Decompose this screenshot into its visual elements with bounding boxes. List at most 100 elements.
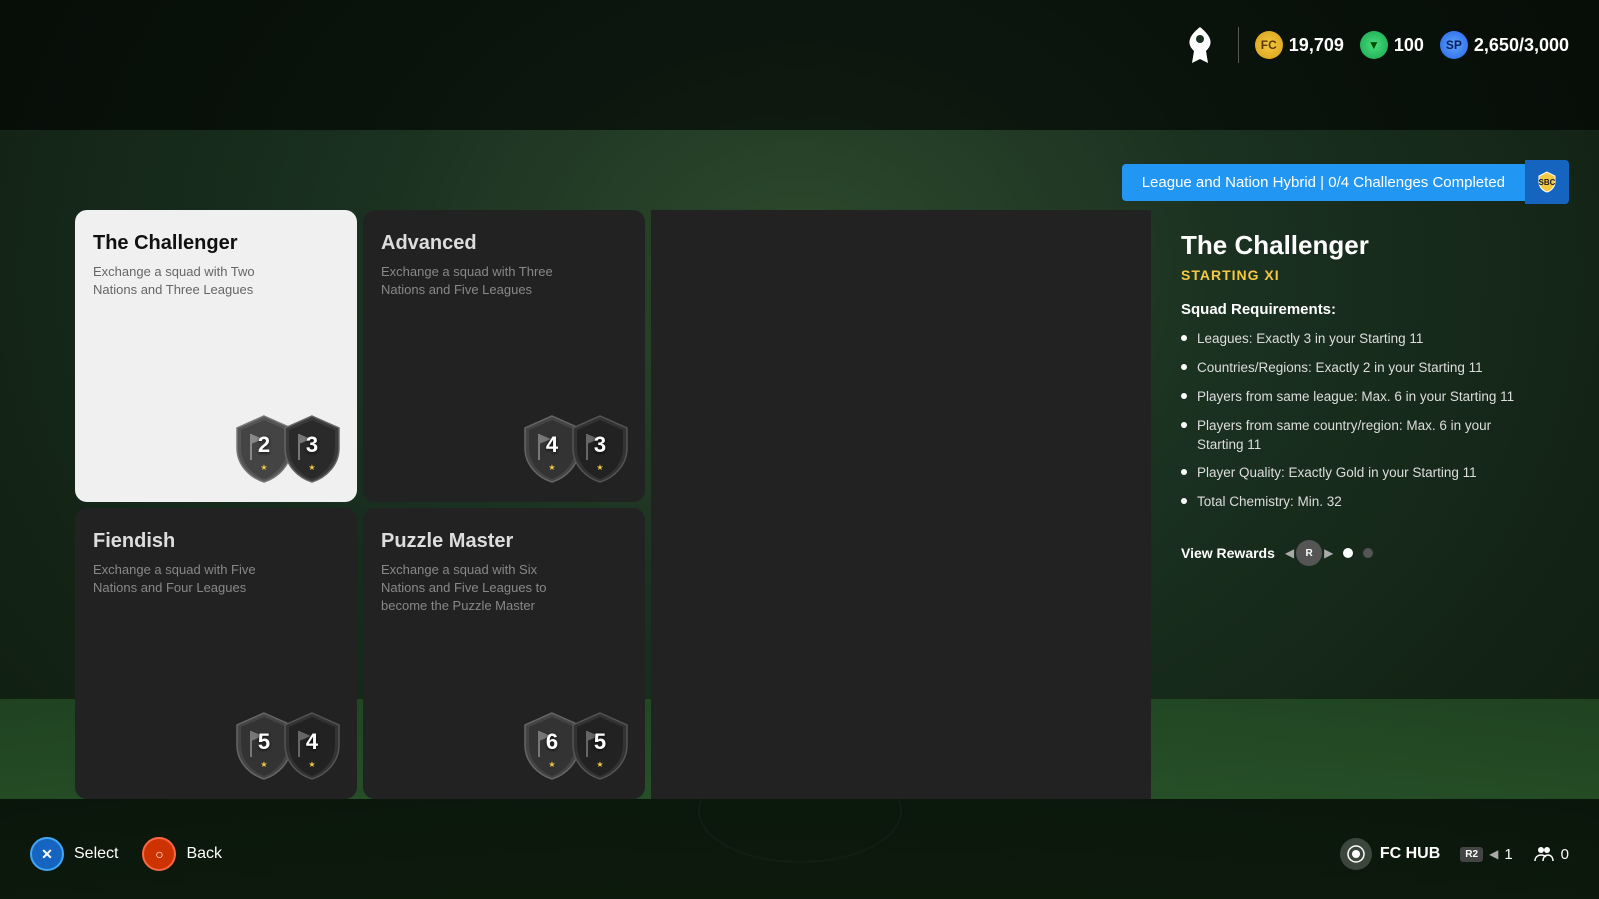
bullet-6 <box>1181 498 1187 504</box>
x-button[interactable]: ✕ <box>30 837 64 871</box>
req-item-3: Players from same league: Max. 6 in your… <box>1181 388 1539 407</box>
chevron-right: ▶ <box>1324 546 1333 560</box>
nav-dot-2 <box>1363 548 1373 558</box>
svg-text:★: ★ <box>308 463 315 472</box>
card-puzzle-title: Puzzle Master <box>381 530 627 553</box>
card-puzzle-badges: ★ 6 ★ 5 <box>521 709 631 781</box>
bottom-right: FC HUB R2 ◀ 1 0 <box>1340 838 1569 870</box>
badge-num-puz-2: 5 <box>569 729 631 755</box>
coins-display: FC 19,709 <box>1255 31 1344 59</box>
card-challenger[interactable]: The Challenger Exchange a squad with Two… <box>75 210 357 502</box>
view-rewards-label: View Rewards <box>1181 545 1275 561</box>
counter-1-value: 1 <box>1504 846 1512 863</box>
top-bar: FC 19,709 ▼ 100 SP 2,650/3,000 <box>1178 0 1599 90</box>
bottom-left-actions: ✕ Select ○ Back <box>30 837 222 871</box>
challenge-banner-icon: SBC <box>1525 160 1569 204</box>
coins-icon: FC <box>1255 31 1283 59</box>
sp-value: 2,650/3,000 <box>1474 35 1569 56</box>
back-label: Back <box>186 845 222 863</box>
req-item-5: Player Quality: Exactly Gold in your Sta… <box>1181 464 1539 483</box>
points-value: 100 <box>1394 35 1424 56</box>
req-text-5: Player Quality: Exactly Gold in your Sta… <box>1197 464 1477 483</box>
svg-text:★: ★ <box>548 463 555 472</box>
detail-subtitle: STARTING XI <box>1181 267 1539 283</box>
detail-panel: The Challenger STARTING XI Squad Require… <box>1151 210 1569 799</box>
svg-text:SBC: SBC <box>1539 178 1556 187</box>
top-divider <box>1238 27 1239 63</box>
req-text-3: Players from same league: Max. 6 in your… <box>1197 388 1514 407</box>
nav-counter-2: 0 <box>1533 843 1569 865</box>
badge-num-2: 3 <box>281 432 343 458</box>
card-advanced[interactable]: Advanced Exchange a squad with Three Nat… <box>363 210 645 502</box>
points-icon: ▼ <box>1360 31 1388 59</box>
card-challenger-badges: ★ 2 ★ 3 <box>233 412 343 484</box>
club-logo <box>1178 23 1222 67</box>
bullet-4 <box>1181 422 1187 428</box>
action-back[interactable]: ○ Back <box>142 837 222 871</box>
badge-fie-2: ★ 4 <box>281 709 343 781</box>
badge-puz-2: ★ 5 <box>569 709 631 781</box>
svg-text:★: ★ <box>596 760 603 769</box>
bullet-1 <box>1181 335 1187 341</box>
bullet-3 <box>1181 393 1187 399</box>
badge-shield-2: ★ 3 <box>281 412 343 484</box>
bullet-2 <box>1181 364 1187 370</box>
card-advanced-title: Advanced <box>381 232 627 255</box>
select-label: Select <box>74 845 118 863</box>
card-advanced-desc: Exchange a squad with Three Nations and … <box>381 263 581 299</box>
shield-challenge-icon: SBC <box>1535 170 1559 194</box>
card-fiendish-desc: Exchange a squad with Five Nations and F… <box>93 561 293 597</box>
view-rewards[interactable]: View Rewards ◀ R ▶ <box>1181 540 1539 566</box>
fc-hub-icon <box>1340 838 1372 870</box>
o-button[interactable]: ○ <box>142 837 176 871</box>
people-icon <box>1533 843 1555 865</box>
r-button[interactable]: R <box>1296 540 1322 566</box>
req-text-6: Total Chemistry: Min. 32 <box>1197 493 1342 512</box>
svg-text:★: ★ <box>548 760 555 769</box>
counter-2-value: 0 <box>1561 846 1569 863</box>
cards-grid: The Challenger Exchange a squad with Two… <box>75 210 645 799</box>
card-challenger-title: The Challenger <box>93 232 339 255</box>
badge-num-adv-2: 3 <box>569 432 631 458</box>
club-logo-icon <box>1180 25 1220 65</box>
bullet-5 <box>1181 469 1187 475</box>
req-item-4: Players from same country/region: Max. 6… <box>1181 417 1539 455</box>
card-advanced-badges: ★ 4 ★ 3 <box>521 412 631 484</box>
badge-num-fie-2: 4 <box>281 729 343 755</box>
points-display: ▼ 100 <box>1360 31 1424 59</box>
chevron-nav-left: ◀ <box>1489 847 1498 861</box>
req-item-6: Total Chemistry: Min. 32 <box>1181 493 1539 512</box>
svg-text:★: ★ <box>596 463 603 472</box>
svg-text:★: ★ <box>260 463 267 472</box>
fc-hub[interactable]: FC HUB <box>1340 838 1440 870</box>
challenge-banner-text: League and Nation Hybrid | 0/4 Challenge… <box>1122 164 1525 201</box>
advanced-card-column <box>651 210 1151 799</box>
sp-display: SP 2,650/3,000 <box>1440 31 1569 59</box>
r2-badge: R2 <box>1460 847 1483 862</box>
r-button-group: ◀ R ▶ <box>1285 540 1333 566</box>
badge-adv-2: ★ 3 <box>569 412 631 484</box>
svg-text:★: ★ <box>260 760 267 769</box>
req-text-4: Players from same country/region: Max. 6… <box>1197 417 1539 455</box>
card-puzzle-master[interactable]: Puzzle Master Exchange a squad with Six … <box>363 508 645 800</box>
svg-text:★: ★ <box>308 760 315 769</box>
req-item-2: Countries/Regions: Exactly 2 in your Sta… <box>1181 359 1539 378</box>
card-fiendish[interactable]: Fiendish Exchange a squad with Five Nati… <box>75 508 357 800</box>
action-select[interactable]: ✕ Select <box>30 837 118 871</box>
card-challenger-desc: Exchange a squad with Two Nations and Th… <box>93 263 293 299</box>
req-item-1: Leagues: Exactly 3 in your Starting 11 <box>1181 330 1539 349</box>
camera-icon <box>1347 845 1365 863</box>
nav-counter-1: R2 ◀ 1 <box>1460 846 1512 863</box>
main-content: The Challenger Exchange a squad with Two… <box>75 210 1569 799</box>
coins-value: 19,709 <box>1289 35 1344 56</box>
card-fiendish-title: Fiendish <box>93 530 339 553</box>
chevron-left: ◀ <box>1285 546 1294 560</box>
card-fiendish-badges: ★ 5 ★ 4 <box>233 709 343 781</box>
fc-hub-label: FC HUB <box>1380 845 1440 863</box>
req-text-1: Leagues: Exactly 3 in your Starting 11 <box>1197 330 1423 349</box>
card-puzzle-desc: Exchange a squad with Six Nations and Fi… <box>381 561 581 616</box>
requirements-heading: Squad Requirements: <box>1181 301 1539 318</box>
nav-dot-1 <box>1343 548 1353 558</box>
req-text-2: Countries/Regions: Exactly 2 in your Sta… <box>1197 359 1483 378</box>
challenge-banner: League and Nation Hybrid | 0/4 Challenge… <box>1122 160 1569 204</box>
